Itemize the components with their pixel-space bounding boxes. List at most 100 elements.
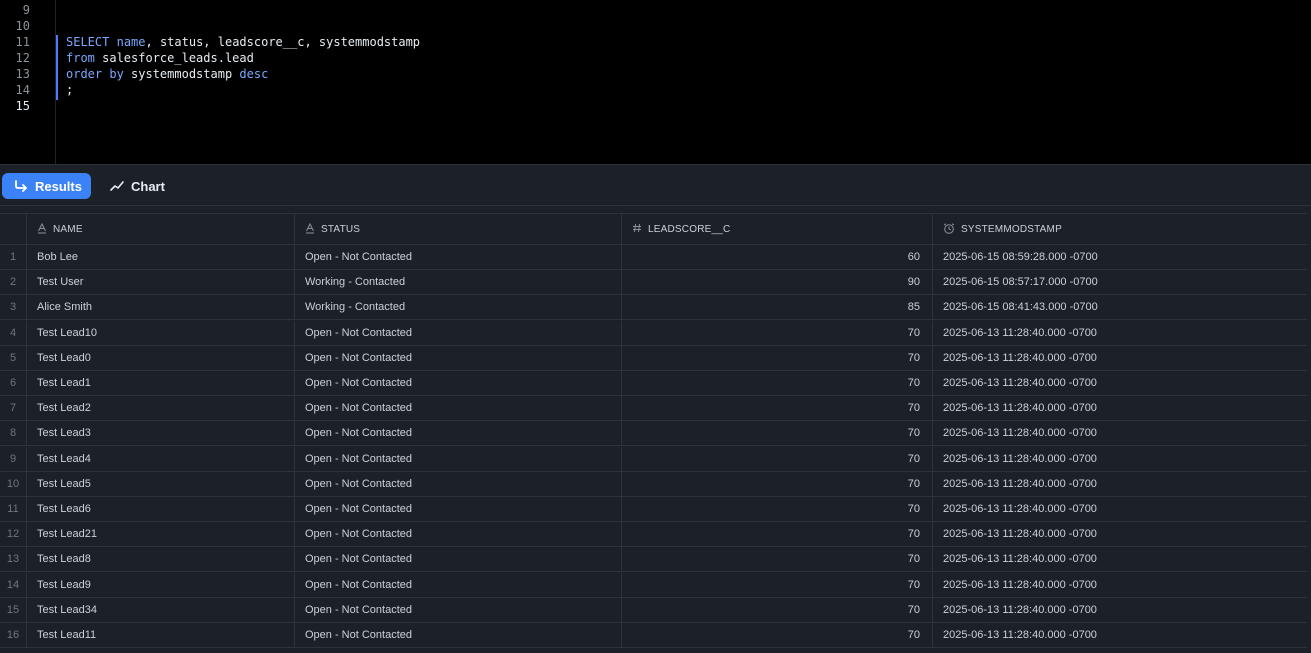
code-line[interactable]: 9 xyxy=(0,2,1311,18)
cell-systemmodstamp[interactable]: 2025-06-15 08:59:28.000 -0700 xyxy=(932,245,1307,269)
cell-leadscore[interactable]: 70 xyxy=(621,446,932,471)
cell-systemmodstamp[interactable]: 2025-06-13 11:28:40.000 -0700 xyxy=(932,597,1307,622)
cell-status[interactable]: Open - Not Contacted xyxy=(294,547,621,572)
table-row[interactable]: 4 Test Lead10 Open - Not Contacted 70 2025-0… xyxy=(0,320,1307,346)
cell-leadscore[interactable]: 70 xyxy=(621,345,932,370)
code-line[interactable]: 15 xyxy=(0,98,1311,114)
code-line[interactable]: 12 from salesforce_leads.lead xyxy=(0,50,1311,66)
table-row[interactable]: 11 Test Lead6 Open - Not Contacted 70 2025-0… xyxy=(0,497,1307,522)
cell-systemmodstamp[interactable]: 2025-06-13 11:28:40.000 -0700 xyxy=(932,522,1307,547)
code-line[interactable]: 10 xyxy=(0,18,1311,34)
sql-editor[interactable]: 9 10 11 SELECT name, status, leadscore__c, … xyxy=(0,0,1311,164)
cell-name[interactable]: Test Lead9 xyxy=(26,572,294,597)
cell-name[interactable]: Test Lead34 xyxy=(26,597,294,622)
cell-leadscore[interactable]: 70 xyxy=(621,623,932,647)
cell-status[interactable]: Open - Not Contacted xyxy=(294,371,621,395)
cell-leadscore[interactable]: 70 xyxy=(621,597,932,622)
cell-leadscore[interactable]: 70 xyxy=(621,371,932,395)
cell-systemmodstamp[interactable]: 2025-06-13 11:28:40.000 -0700 xyxy=(932,547,1307,572)
code-line[interactable]: 13 order by systemmodstamp desc xyxy=(0,66,1311,82)
cell-systemmodstamp[interactable]: 2025-06-13 11:28:40.000 -0700 xyxy=(932,572,1307,597)
cell-systemmodstamp[interactable]: 2025-06-15 08:57:17.000 -0700 xyxy=(932,270,1307,295)
cell-name[interactable]: Test Lead4 xyxy=(26,446,294,471)
sql-token: ; xyxy=(66,83,74,97)
table-row[interactable]: 8 Test Lead3 Open - Not Contacted 70 2025-06… xyxy=(0,421,1307,447)
code-line[interactable]: 11 SELECT name, status, leadscore__c, sys… xyxy=(0,34,1311,50)
cell-status[interactable]: Working - Contacted xyxy=(294,295,621,320)
table-row[interactable]: 9 Test Lead4 Open - Not Contacted 70 2025-06… xyxy=(0,446,1307,472)
table-row[interactable]: 7 Test Lead2 Open - Not Contacted 70 2025-06… xyxy=(0,396,1307,422)
cell-leadscore[interactable]: 70 xyxy=(621,547,932,572)
cell-status[interactable]: Open - Not Contacted xyxy=(294,320,621,345)
table-row[interactable]: 1 Bob Lee Open - Not Contacted 60 2025-06-15… xyxy=(0,245,1307,270)
table-row[interactable]: 12 Test Lead21 Open - Not Contacted 70 2025-… xyxy=(0,522,1307,548)
cell-status[interactable]: Open - Not Contacted xyxy=(294,522,621,547)
cell-status[interactable]: Open - Not Contacted xyxy=(294,396,621,421)
cell-status[interactable]: Open - Not Contacted xyxy=(294,345,621,370)
table-row[interactable]: 16 Test Lead11 Open - Not Contacted 70 2025-… xyxy=(0,623,1307,648)
cell-status[interactable]: Open - Not Contacted xyxy=(294,597,621,622)
cell-status[interactable]: Open - Not Contacted xyxy=(294,446,621,471)
cell-name[interactable]: Test Lead11 xyxy=(26,623,294,647)
cell-name[interactable]: Test Lead3 xyxy=(26,421,294,446)
cell-systemmodstamp[interactable]: 2025-06-13 11:28:40.000 -0700 xyxy=(932,320,1307,345)
row-number: 8 xyxy=(9,427,17,440)
cell-systemmodstamp[interactable]: 2025-06-13 11:28:40.000 -0700 xyxy=(932,446,1307,471)
table-row[interactable]: 10 Test Lead5 Open - Not Contacted 70 2025-0… xyxy=(0,471,1307,497)
cell-leadscore[interactable]: 70 xyxy=(621,471,932,496)
cell-name[interactable]: Bob Lee xyxy=(26,245,294,269)
tab-results[interactable]: Results xyxy=(2,173,91,199)
cell-name[interactable]: Test Lead8 xyxy=(26,547,294,572)
table-row[interactable]: 3 Alice Smith Working - Contacted 85 2025-06… xyxy=(0,295,1307,321)
cell-leadscore[interactable]: 60 xyxy=(621,245,932,269)
cell-systemmodstamp[interactable]: 2025-06-13 11:28:40.000 -0700 xyxy=(932,345,1307,370)
cell-leadscore[interactable]: 70 xyxy=(621,522,932,547)
cell-status[interactable]: Open - Not Contacted xyxy=(294,497,621,521)
cell-name[interactable]: Test User xyxy=(26,270,294,295)
cell-status[interactable]: Open - Not Contacted xyxy=(294,572,621,597)
column-header-name[interactable]: NAME xyxy=(26,214,294,245)
cell-leadscore[interactable]: 70 xyxy=(621,421,932,446)
cell-status[interactable]: Open - Not Contacted xyxy=(294,623,621,647)
table-row[interactable]: 6 Test Lead1 Open - Not Contacted 70 2025-06… xyxy=(0,371,1307,396)
cell-systemmodstamp[interactable]: 2025-06-13 11:28:40.000 -0700 xyxy=(932,497,1307,521)
sql-keyword: desc xyxy=(239,67,269,81)
cell-leadscore[interactable]: 70 xyxy=(621,497,932,521)
column-header-systemmodstamp[interactable]: SYSTEMMODSTAMP xyxy=(932,214,1307,245)
cell-status[interactable]: Open - Not Contacted xyxy=(294,421,621,446)
cell-systemmodstamp[interactable]: 2025-06-15 08:41:43.000 -0700 xyxy=(932,295,1307,320)
table-row[interactable]: 2 Test User Working - Contacted 90 2025-06-1… xyxy=(0,270,1307,296)
tab-chart[interactable]: Chart xyxy=(108,173,165,199)
table-row[interactable]: 14 Test Lead9 Open - Not Contacted 70 2025-0… xyxy=(0,572,1307,598)
cell-systemmodstamp[interactable]: 2025-06-13 11:28:40.000 -0700 xyxy=(932,471,1307,496)
cell-name[interactable]: Test Lead1 xyxy=(26,371,294,395)
cell-name[interactable]: Test Lead10 xyxy=(26,320,294,345)
cell-systemmodstamp[interactable]: 2025-06-13 11:28:40.000 -0700 xyxy=(932,623,1307,647)
cell-leadscore[interactable]: 70 xyxy=(621,572,932,597)
column-header-leadscore[interactable]: LEADSCORE__C xyxy=(621,214,932,245)
cell-leadscore[interactable]: 70 xyxy=(621,320,932,345)
cell-name[interactable]: Test Lead0 xyxy=(26,345,294,370)
cell-status[interactable]: Working - Contacted xyxy=(294,270,621,295)
cell-leadscore[interactable]: 70 xyxy=(621,396,932,421)
cell-name[interactable]: Test Lead6 xyxy=(26,497,294,521)
cell-name[interactable]: Test Lead2 xyxy=(26,396,294,421)
cell-status[interactable]: Open - Not Contacted xyxy=(294,471,621,496)
cell-leadscore[interactable]: 85 xyxy=(621,295,932,320)
row-number: 15 xyxy=(6,603,20,616)
table-row[interactable]: 5 Test Lead0 Open - Not Contacted 70 2025-06… xyxy=(0,345,1307,371)
cell-name[interactable]: Test Lead5 xyxy=(26,471,294,496)
table-row[interactable]: 15 Test Lead34 Open - Not Contacted 70 2025-… xyxy=(0,597,1307,623)
cell-systemmodstamp[interactable]: 2025-06-13 11:28:40.000 -0700 xyxy=(932,396,1307,421)
cell-status[interactable]: Open - Not Contacted xyxy=(294,245,621,269)
cell-systemmodstamp[interactable]: 2025-06-13 11:28:40.000 -0700 xyxy=(932,421,1307,446)
cell-systemmodstamp[interactable]: 2025-06-13 11:28:40.000 -0700 xyxy=(932,371,1307,395)
code-line[interactable]: 14; xyxy=(0,82,1311,98)
cell-name[interactable]: Alice Smith xyxy=(26,295,294,320)
column-header-status[interactable]: STATUS xyxy=(294,214,621,245)
column-header-label: LEADSCORE__C xyxy=(648,224,731,235)
cell-name[interactable]: Test Lead21 xyxy=(26,522,294,547)
row-number: 6 xyxy=(9,377,17,389)
table-row[interactable]: 13 Test Lead8 Open - Not Contacted 70 2025-0… xyxy=(0,547,1307,573)
cell-leadscore[interactable]: 90 xyxy=(621,270,932,295)
